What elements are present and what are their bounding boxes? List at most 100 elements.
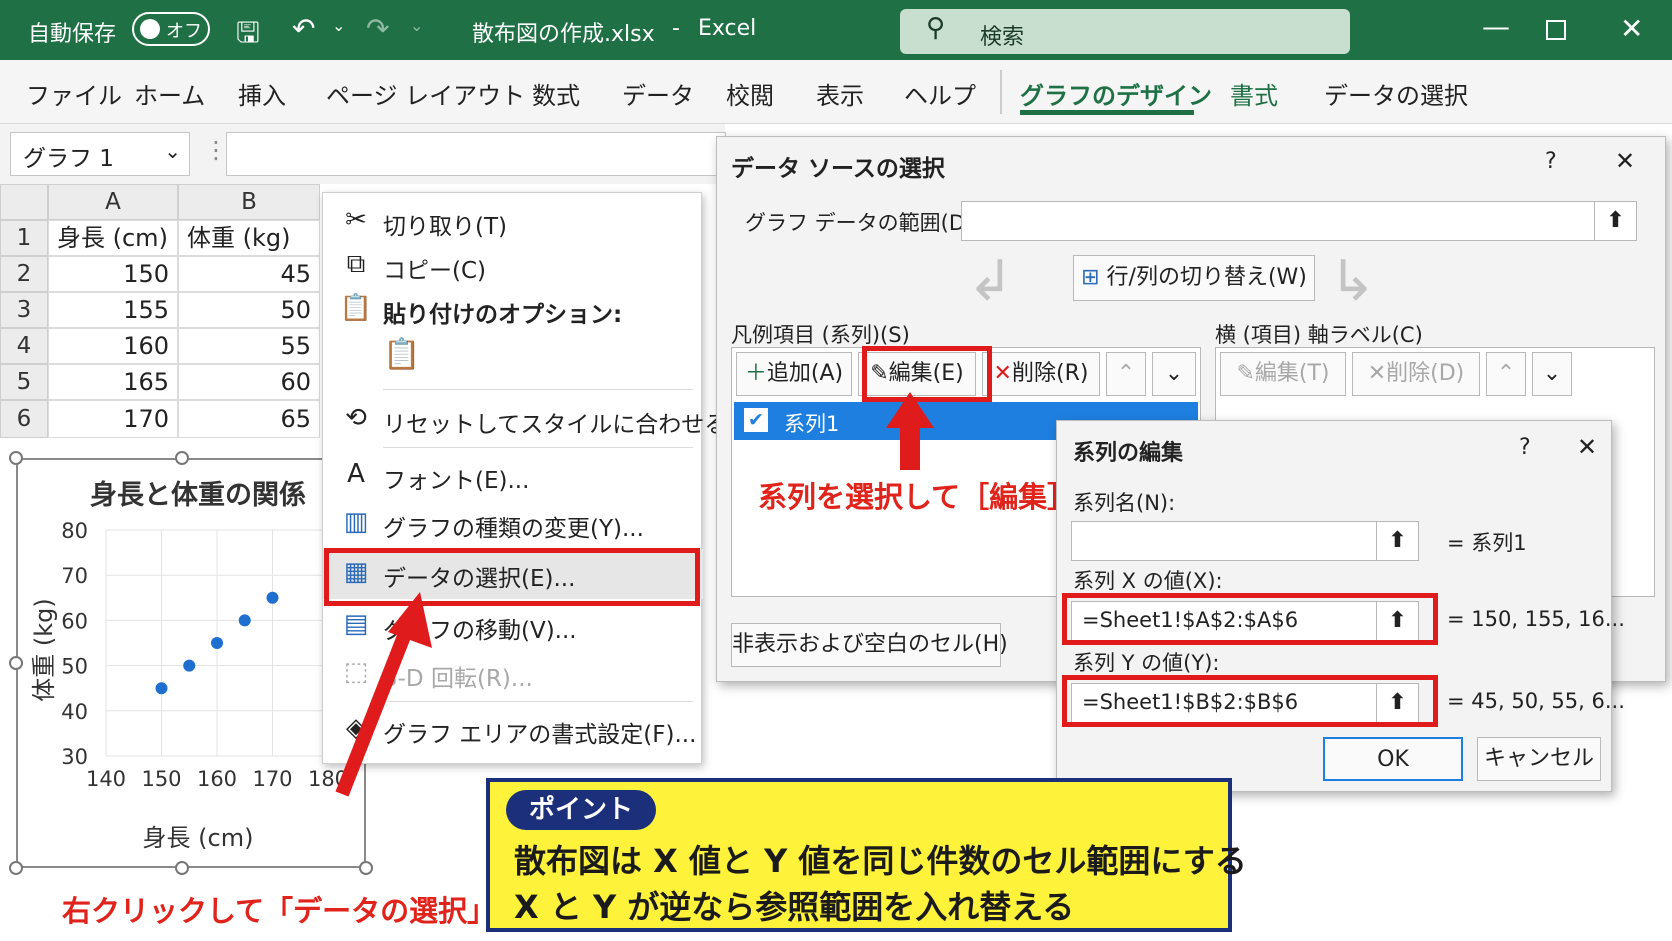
table-header-cell[interactable]: 身長 (cm) [48,220,178,256]
ok-button[interactable]: OK [1323,737,1463,781]
select-series-note: 系列を選択して［編集］ [758,480,1077,514]
axis-delete-label: 削除(D) [1386,361,1465,386]
tab-help[interactable]: ヘルプ [904,76,976,111]
data-point [238,614,251,627]
row-header[interactable]: 6 [0,400,48,438]
move-up-icon: ⌃ [1486,352,1526,396]
table-cell[interactable]: 55 [178,328,320,364]
resize-handle[interactable] [9,656,23,670]
undo-dropdown-icon[interactable]: ⌄ [332,16,345,35]
help-icon[interactable]: ? [1545,149,1557,174]
move-up-icon[interactable]: ⌃ [1106,352,1146,396]
tab-insert[interactable]: 挿入 [238,76,286,111]
tab-file[interactable]: ファイル [26,76,122,111]
row-header[interactable]: 2 [0,256,48,292]
checkbox-checked-icon[interactable]: ✔ [744,408,768,432]
tab-format[interactable]: 書式 [1230,76,1278,111]
y-values-result: = 45, 50, 55, 6... [1447,689,1625,713]
cancel-button[interactable]: キャンセル [1477,737,1601,781]
table-cell[interactable]: 170 [48,400,178,438]
maximize-icon[interactable] [1546,20,1566,40]
table-cell[interactable]: 65 [178,400,320,438]
y-axis-label: 体重 (kg) [30,598,58,702]
tab-formulas[interactable]: 数式 [532,76,580,111]
autosave-toggle[interactable]: オフ [132,12,210,46]
scatter-chart[interactable]: 身長と体重の関係 体重 (kg) 身長 (cm) 140 150 160 170 180… [16,458,366,868]
search-box[interactable]: ⚲ 検索 [900,9,1350,54]
table-cell[interactable]: 160 [48,328,178,364]
row-header[interactable]: 4 [0,328,48,364]
table-cell[interactable]: 155 [48,292,178,328]
table-cell[interactable]: 50 [178,292,320,328]
resize-handle[interactable] [9,451,23,465]
table-cell[interactable]: 165 [48,364,178,400]
series-name-input[interactable]: ⬆ [1071,521,1419,561]
plus-icon: ＋ [744,361,767,386]
x-tick-label: 150 [141,767,181,791]
menu-item-change-chart-type[interactable]: ▥ グラフの種類の変更(Y)... [323,499,703,549]
resize-handle[interactable] [175,861,189,875]
row-header[interactable]: 3 [0,292,48,328]
tab-data[interactable]: データ [622,76,694,111]
resize-handle[interactable] [359,861,373,875]
resize-handle[interactable] [175,451,189,465]
table-cell[interactable]: 150 [48,256,178,292]
menu-item-reset-style[interactable]: ⟲ リセットしてスタイルに合わせる(A) [323,395,761,445]
close-icon[interactable]: ✕ [1577,433,1597,461]
x-tick-label: 170 [252,767,292,791]
y-values-label: 系列 Y の値(Y): [1073,651,1220,675]
right-click-note: 右クリックして「データの選択」 [62,894,497,928]
menu-item-font[interactable]: A フォント(E)... [323,451,703,501]
save-icon[interactable]: 🖫 [236,12,260,60]
tab-review[interactable]: 校閲 [726,76,774,111]
name-box[interactable]: グラフ 1 ⌄ [10,132,190,176]
collapse-arrow-icon[interactable]: ⬆ [1376,522,1418,560]
help-icon[interactable]: ? [1519,435,1531,460]
paste-icon[interactable]: 📋 [383,337,423,381]
curved-arrow-left-icon: ↲ [967,249,1014,314]
chevron-down-icon[interactable]: ⌄ [164,139,181,163]
column-header-b[interactable]: B [178,184,320,220]
title-bar: 自動保存 オフ 🖫 ↶ ⌄ ↷ ⌄ 散布図の作成.xlsx - Excel ⚲ … [0,0,1672,60]
add-series-button[interactable]: ＋追加(A) [736,352,852,396]
tab-chart-design[interactable]: グラフのデザイン [1020,76,1212,111]
row-header[interactable]: 1 [0,220,48,256]
red-arrow-diagonal-icon [335,592,432,797]
data-point [183,659,196,672]
search-icon: ⚲ [926,13,946,43]
tab-select-data[interactable]: データの選択 [1324,76,1468,111]
axis-edit-label: 編集(T) [1254,361,1330,386]
formula-input[interactable] [226,132,726,176]
active-tab-underline [1020,110,1194,115]
close-icon[interactable]: ✕ [1620,12,1643,45]
column-header-a[interactable]: A [48,184,178,220]
menu-item-cut[interactable]: ✂ 切り取り(T) [323,197,703,247]
table-header-cell[interactable]: 体重 (kg) [178,220,320,256]
table-cell[interactable]: 60 [178,364,320,400]
tab-page-layout[interactable]: ページ レイアウト [326,76,525,111]
data-point [266,591,279,604]
app-name: Excel [698,16,757,41]
menu-item-label: フォント(E)... [383,468,530,494]
select-all-corner[interactable] [0,184,48,220]
resize-handle[interactable] [9,861,23,875]
table-cell[interactable]: 45 [178,256,320,292]
close-icon[interactable]: ✕ [1615,147,1635,175]
delete-series-button[interactable]: ✕削除(R) [982,352,1100,396]
undo-icon[interactable]: ↶ [292,12,315,45]
tab-view[interactable]: 表示 [816,76,864,111]
hidden-empty-cells-button[interactable]: 非表示および空白のセル(H) [731,623,1008,667]
row-header[interactable]: 5 [0,364,48,400]
minimize-icon[interactable]: — [1482,10,1510,43]
chart-range-input[interactable]: ⬆ [961,201,1637,241]
formula-bar: グラフ 1 ⌄ ⋮ [0,124,726,184]
x-values-label: 系列 X の値(X): [1073,569,1223,593]
y-tick-label: 30 [61,745,88,769]
point-line-1: 散布図は X 値と Y 値を同じ件数のセル範囲にする [514,842,1247,880]
switch-row-column-button[interactable]: ⊞ 行/列の切り替え(W) [1073,255,1315,301]
collapse-arrow-icon[interactable]: ⬆ [1594,202,1636,240]
menu-item-copy[interactable]: ⧉ コピー(C) [323,241,703,291]
tab-home[interactable]: ホーム [134,76,205,111]
dialog-title: データ ソースの選択 [731,156,945,182]
move-down-icon[interactable]: ⌄ [1152,352,1196,396]
